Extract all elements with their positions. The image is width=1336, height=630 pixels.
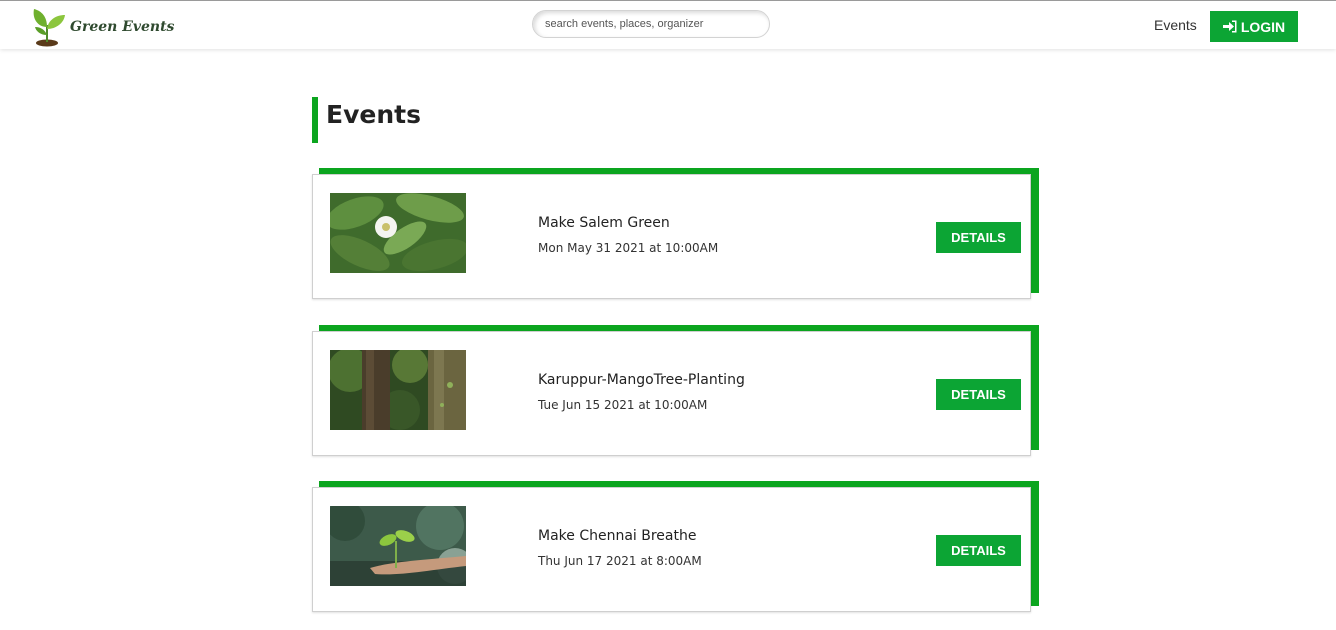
event-card: Make Salem Green Mon May 31 2021 at 10:0… (312, 168, 1040, 300)
top-navbar: Green Events Events LOGIN (0, 0, 1336, 49)
nav-link-events[interactable]: Events (1154, 17, 1197, 33)
search-input[interactable] (532, 10, 770, 38)
event-date: Tue Jun 15 2021 at 10:00AM (538, 398, 708, 412)
event-card-panel: Karuppur-MangoTree-Planting Tue Jun 15 2… (312, 331, 1031, 456)
event-date: Thu Jun 17 2021 at 8:00AM (538, 554, 702, 568)
event-image[interactable] (330, 193, 466, 273)
event-image[interactable] (330, 506, 466, 586)
event-name[interactable]: Make Salem Green (538, 215, 670, 231)
login-label: LOGIN (1240, 18, 1286, 35)
event-name[interactable]: Karuppur-MangoTree-Planting (538, 372, 745, 388)
brand-logo[interactable]: Green Events (30, 5, 174, 47)
sprout-logo-icon (33, 9, 65, 47)
event-card: Karuppur-MangoTree-Planting Tue Jun 15 2… (312, 325, 1040, 457)
event-date: Mon May 31 2021 at 10:00AM (538, 241, 719, 255)
event-card-panel: Make Chennai Breathe Thu Jun 17 2021 at … (312, 487, 1031, 612)
brand-name: Green Events (70, 19, 175, 35)
event-card: Make Chennai Breathe Thu Jun 17 2021 at … (312, 481, 1040, 613)
login-button[interactable]: LOGIN (1210, 11, 1298, 42)
event-image[interactable] (330, 350, 466, 430)
page-title: Events (326, 100, 421, 129)
details-button[interactable]: DETAILS (936, 535, 1021, 566)
details-button[interactable]: DETAILS (936, 222, 1021, 253)
title-accent-bar (312, 97, 318, 143)
sign-in-icon (1222, 20, 1237, 33)
event-card-panel: Make Salem Green Mon May 31 2021 at 10:0… (312, 174, 1031, 299)
details-button[interactable]: DETAILS (936, 379, 1021, 410)
event-name[interactable]: Make Chennai Breathe (538, 528, 696, 544)
